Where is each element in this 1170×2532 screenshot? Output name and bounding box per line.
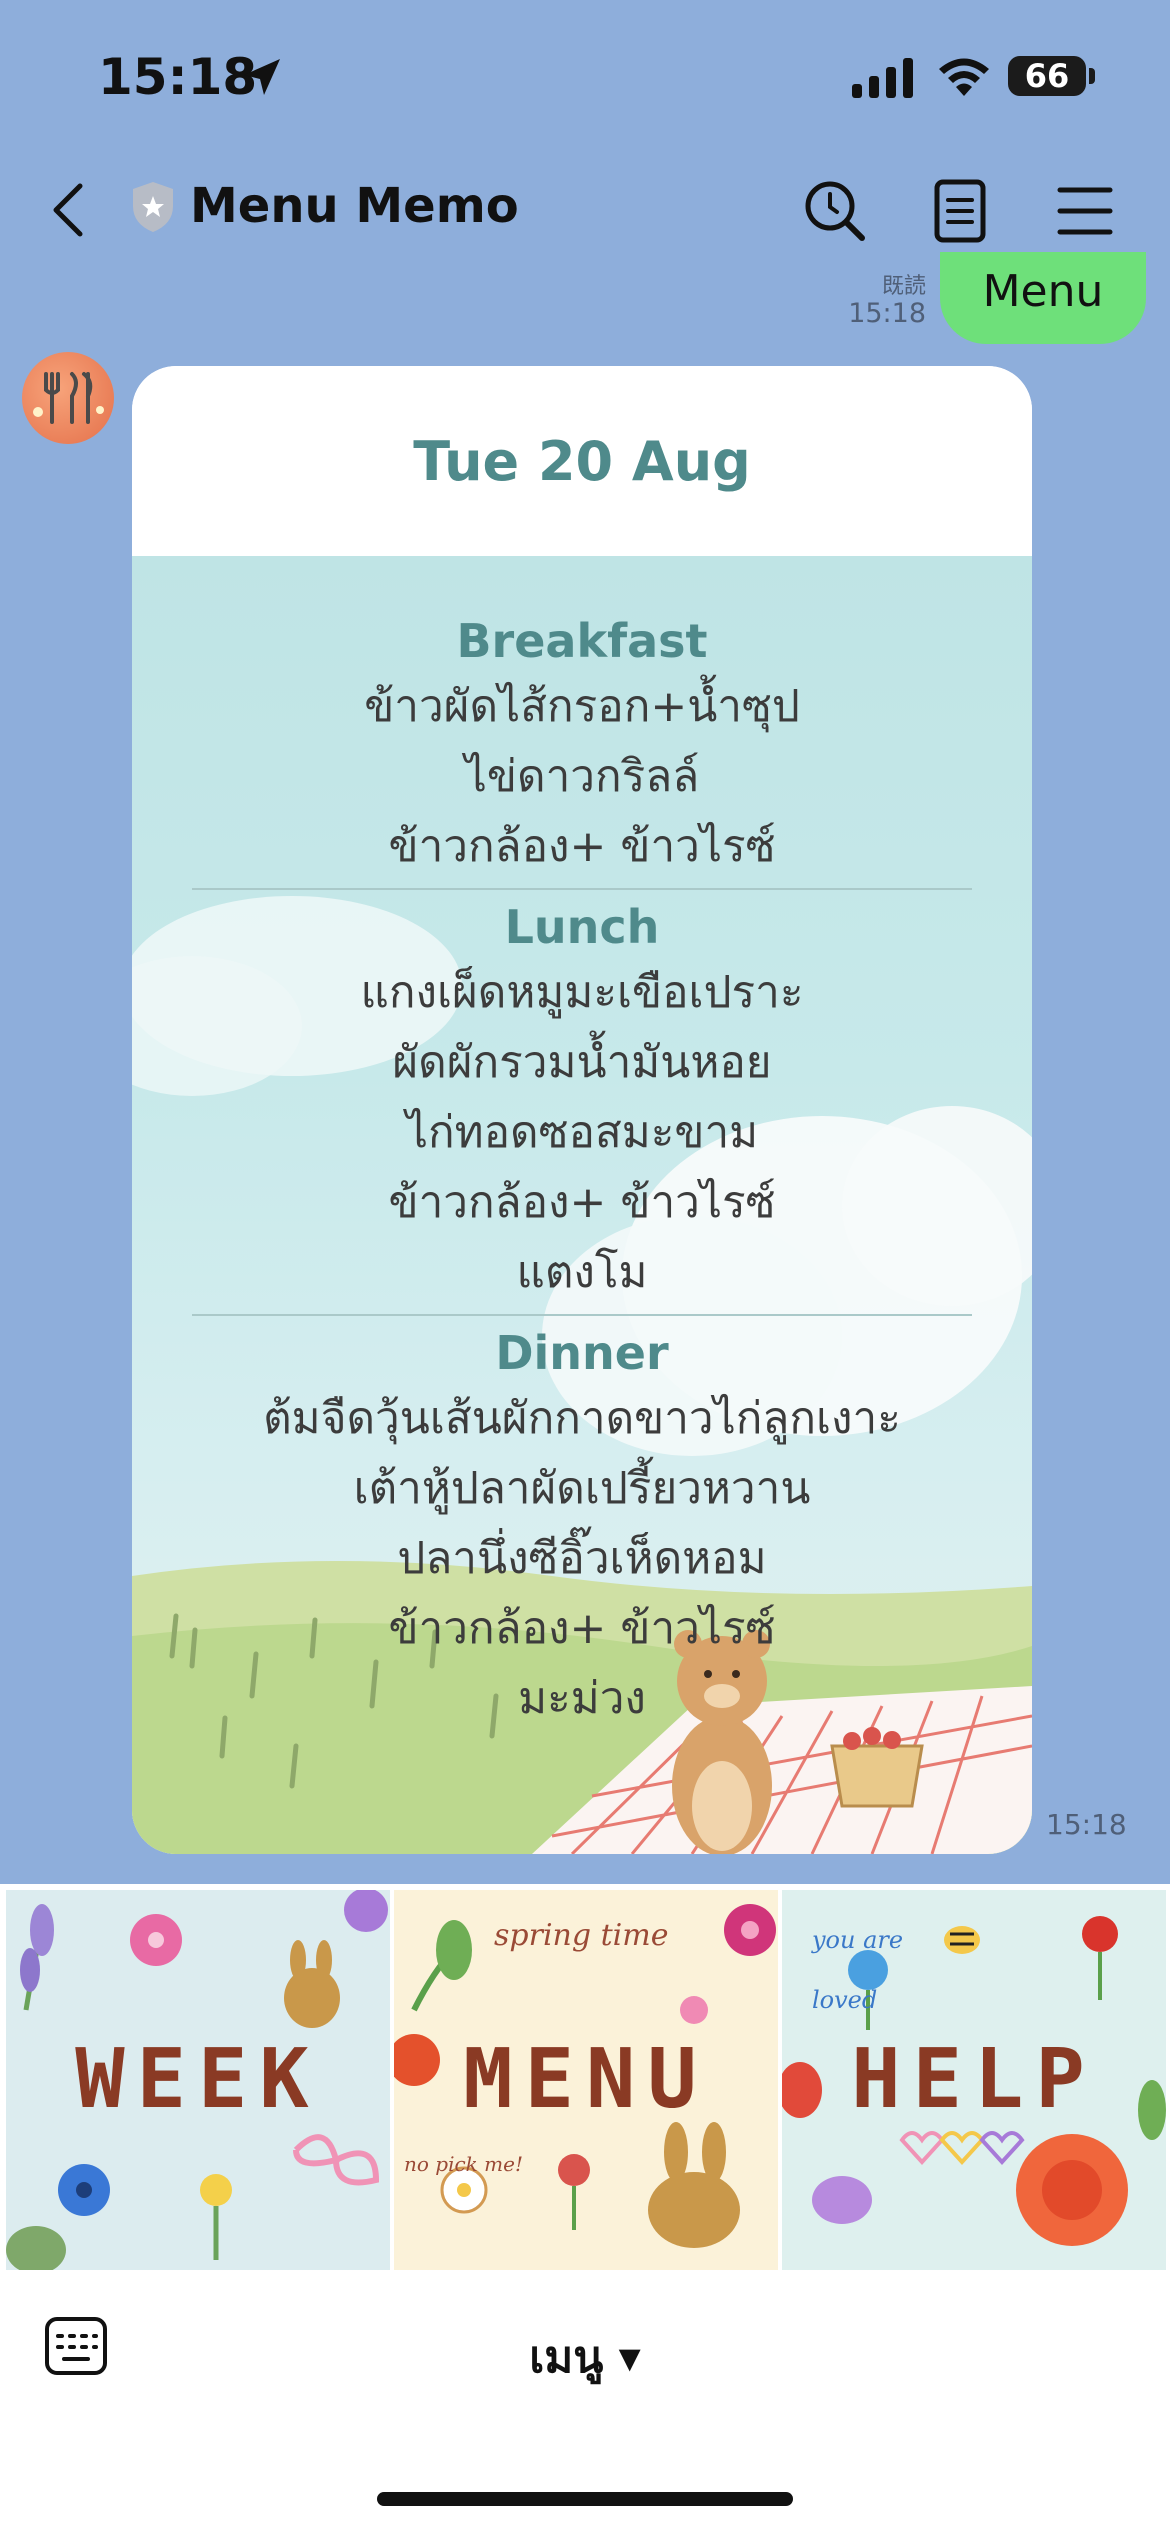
status-bar: 15:18 66 (0, 0, 1170, 150)
hamburger-menu-icon[interactable] (1050, 176, 1120, 246)
rich-menu-caption-bottom: no pick me! (404, 2152, 523, 2176)
meal-breakfast: Breakfast ข้าวผัดไส้กรอก+น้ำซุป ไข่ดาวกร… (132, 610, 1032, 882)
status-time: 15:18 (98, 48, 258, 106)
rich-menu-caption-top: spring time (494, 1918, 669, 1953)
home-indicator[interactable] (377, 2492, 793, 2506)
meal-divider (192, 1314, 972, 1316)
card-header: Tue 20 Aug (132, 366, 1032, 556)
sent-message-bubble[interactable]: Menu (940, 252, 1146, 344)
bottom-bar: เมนู ▾ (0, 2272, 1170, 2532)
sent-message-time: 15:18 (848, 298, 926, 329)
wifi-icon (936, 54, 992, 102)
dish-item: มะม่วง (518, 1673, 646, 1724)
dish-item: ข้าวกล้อง+ ข้าวไรซ์ (388, 1603, 776, 1654)
verified-shield-icon (130, 180, 176, 238)
meal-title: Dinner (495, 1326, 669, 1380)
card-message-time: 15:18 (1046, 1808, 1127, 1841)
dish-item: ไข่ดาวกริลล์ (464, 751, 700, 802)
dish-item: ปลานึ่งซีอิ๊วเห็ดหอม (397, 1533, 767, 1584)
meal-divider (192, 888, 972, 890)
card-body: Breakfast ข้าวผัดไส้กรอก+น้ำซุป ไข่ดาวกร… (132, 556, 1032, 1854)
search-icon[interactable] (800, 176, 870, 246)
location-arrow-icon (240, 55, 284, 103)
battery-indicator: 66 (1008, 56, 1086, 96)
read-receipt: 既読 (881, 274, 926, 299)
meal-title: Lunch (504, 900, 660, 954)
card-date: Tue 20 Aug (413, 429, 751, 493)
dish-item: แตงโม (516, 1247, 648, 1298)
utensils-icon (33, 372, 104, 424)
chat-title: Menu Memo (190, 178, 519, 234)
dish-item: ต้มจืดวุ้นเส้นผักกาดขาวไก่ลูกเงาะ (263, 1393, 901, 1444)
rich-menu-menu-button[interactable]: spring time MENU no pick me! (394, 1890, 778, 2270)
bot-avatar[interactable] (22, 352, 114, 444)
battery-tip (1089, 68, 1095, 84)
notes-icon[interactable] (925, 176, 995, 246)
rich-menu-toggle[interactable]: เมนู ▾ (0, 2322, 1170, 2392)
menu-card[interactable]: Tue 20 Aug Breakfast ข้าวผัดไส้กรอก+น้ำซ… (132, 366, 1032, 1854)
rich-menu: WEEK spring time MENU no pick me! you ar… (0, 1884, 1170, 2272)
dish-item: ข้าวกล้อง+ ข้าวไรซ์ (388, 821, 776, 872)
rich-menu-label: MENU (463, 2032, 709, 2127)
dish-item: ไก่ทอดซอสมะขาม (405, 1107, 759, 1158)
meal-title: Breakfast (456, 614, 708, 668)
dish-item: ข้าวกล้อง+ ข้าวไรซ์ (388, 1177, 776, 1228)
cellular-signal-icon (852, 58, 916, 102)
dish-item: แกงเผ็ดหมูมะเขือเปราะ (360, 967, 804, 1018)
rich-menu-week-button[interactable]: WEEK (6, 1890, 390, 2270)
meal-lunch: Lunch แกงเผ็ดหมูมะเขือเปราะ ผัดผักรวมน้ำ… (132, 896, 1032, 1308)
dish-item: ข้าวผัดไส้กรอก+น้ำซุป (364, 681, 800, 732)
rich-menu-label: WEEK (75, 2032, 321, 2127)
rich-menu-help-button[interactable]: you are loved HELP (782, 1890, 1166, 2270)
rich-menu-label: HELP (851, 2032, 1097, 2127)
dish-item: ผัดผักรวมน้ำมันหอย (392, 1037, 772, 1088)
meal-dinner: Dinner ต้มจืดวุ้นเส้นผักกาดขาวไก่ลูกเงาะ… (132, 1322, 1032, 1734)
rich-menu-caption-top: you are loved (812, 1926, 904, 2014)
dish-item: เต้าหู้ปลาผัดเปรี้ยวหวาน (353, 1463, 811, 1514)
back-chevron-icon[interactable] (44, 178, 94, 242)
